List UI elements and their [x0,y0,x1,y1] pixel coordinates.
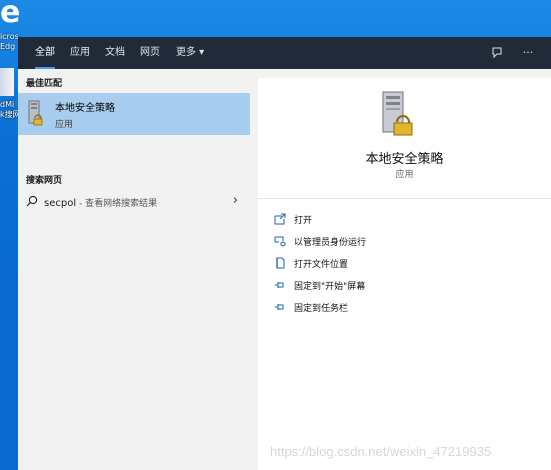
action-run-as-admin[interactable]: 以管理员身份运行 [274,234,534,250]
search-tabs-bar: 全部 应用 文档 网页 更多 ▾ ··· [18,37,551,69]
run-as-admin-icon [274,236,286,247]
desktop-label-line: icros [0,32,19,41]
best-match-item[interactable]: 本地安全策略 应用 [18,93,250,135]
local-security-policy-icon [28,100,43,126]
action-open[interactable]: 打开 [274,212,534,228]
divider [258,198,551,199]
tab-more[interactable]: 更多 ▾ [176,37,204,69]
local-security-policy-large-icon [382,91,413,136]
pin-start-icon [275,282,284,288]
search-panel: 全部 应用 文档 网页 更多 ▾ ··· 最佳匹配 本地安全策略 应用 搜索网页 [18,37,551,470]
tab-web[interactable]: 网页 [140,37,160,69]
action-label: 打开 [294,216,313,226]
best-match-title: 本地安全策略 [55,103,115,114]
desktop-shortcut-icon[interactable] [0,68,14,96]
watermark-text: https://blog.csdn.net/weixin_47219935 [270,444,492,459]
feedback-icon[interactable] [488,37,506,69]
file-location-icon [276,257,285,269]
search-web-header: 搜索网页 [26,176,63,186]
best-match-subtitle: 应用 [55,120,74,130]
detail-pane: 本地安全策略 应用 打开 以管理员身份运行 打开文件位置 固定到"开始"屏幕 固… [258,78,551,470]
action-pin-to-taskbar[interactable]: 固定到任务栏 [274,300,534,316]
web-result-text: secpol - 查看网络搜索结果 [44,196,157,209]
web-search-result[interactable]: secpol - 查看网络搜索结果 › [18,191,250,215]
best-match-header: 最佳匹配 [26,79,63,89]
desktop-strip [0,268,18,470]
edge-desktop-icon[interactable]: e [0,0,26,30]
tab-documents[interactable]: 文档 [105,37,125,69]
action-label: 打开文件位置 [294,260,349,270]
action-label: 固定到"开始"屏幕 [294,282,366,292]
desktop-label-line: dMi [0,100,15,109]
chevron-right-icon[interactable]: › [233,193,238,208]
app-subtitle: 应用 [395,170,414,180]
action-open-file-location[interactable]: 打开文件位置 [274,256,534,272]
open-icon [274,213,286,225]
app-title: 本地安全策略 [365,152,444,167]
web-result-suffix: - 查看网络搜索结果 [76,199,158,209]
action-pin-to-start[interactable]: 固定到"开始"屏幕 [274,278,534,294]
tab-apps[interactable]: 应用 [70,37,90,69]
pin-taskbar-icon [275,304,284,310]
results-list: 最佳匹配 本地安全策略 应用 搜索网页 secpol - 查看网络搜索结果 › [18,69,250,470]
action-label: 固定到任务栏 [294,304,349,314]
action-label: 以管理员身份运行 [294,238,367,248]
desktop-label-line: Edg [0,42,16,51]
web-result-query: secpol [44,198,77,209]
search-icon [26,195,38,207]
tab-all[interactable]: 全部 [35,37,55,69]
more-options-icon[interactable]: ··· [518,37,538,69]
